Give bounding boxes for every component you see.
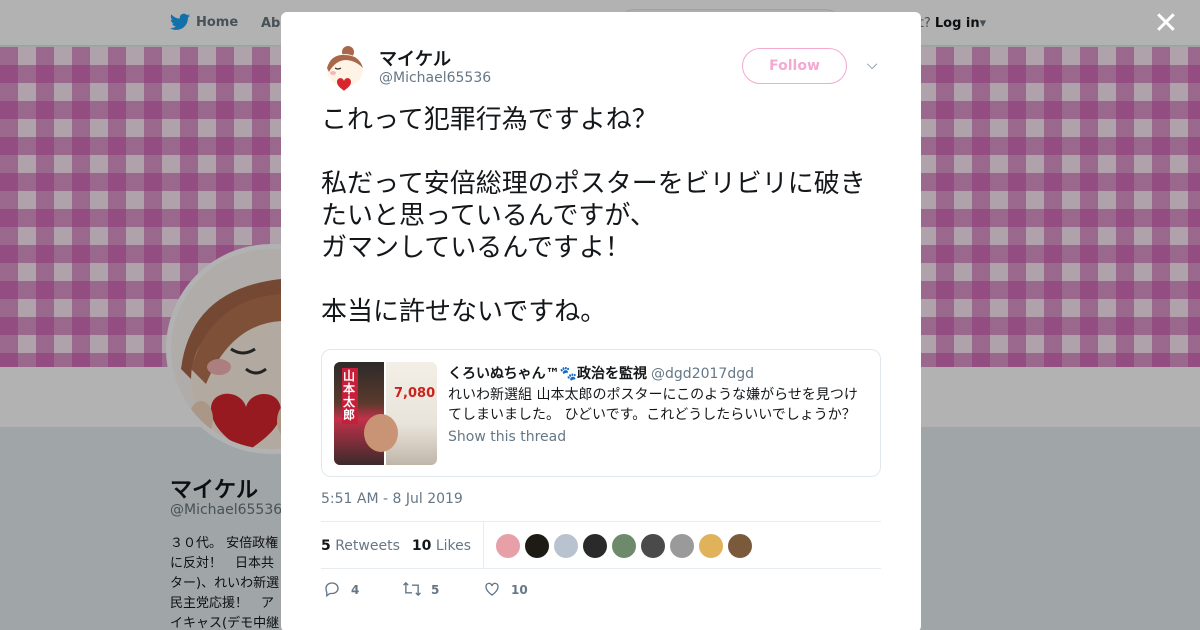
liker-avatars <box>496 533 753 558</box>
quoted-author-suffix: 政治を監視 <box>577 366 648 382</box>
tweet-timestamp[interactable]: 5:51 AM - 8 Jul 2019 <box>321 491 463 507</box>
reply-count: 4 <box>351 583 360 597</box>
quoted-author-handle: @dgd2017dgd <box>651 366 754 382</box>
liker-avatar[interactable] <box>612 533 637 558</box>
quoted-author: くろいぬちゃん™🐾政治を監視 @dgd2017dgd <box>448 363 754 383</box>
author-avatar-illustration <box>321 44 369 92</box>
poster-photo-right: 7,080 <box>364 362 437 465</box>
liker-avatar[interactable] <box>670 533 695 558</box>
follow-button[interactable]: Follow <box>742 48 847 84</box>
stats-separator <box>483 522 485 569</box>
author-handle[interactable]: @Michael65536 <box>379 70 491 86</box>
paw-icon: 🐾 <box>559 366 578 382</box>
reply-action[interactable]: 4 <box>321 580 401 600</box>
author-avatar[interactable] <box>321 44 369 92</box>
liker-avatar[interactable] <box>525 533 550 558</box>
liker-avatar[interactable] <box>496 533 521 558</box>
retweets-stat[interactable]: 5 Retweets <box>321 538 400 554</box>
retweets-count: 5 <box>321 537 331 554</box>
liker-avatar[interactable] <box>641 533 666 558</box>
poster-number: 7,080 <box>394 386 436 401</box>
liker-avatar[interactable] <box>699 533 724 558</box>
retweets-label: Retweets <box>335 537 400 554</box>
likes-label: Likes <box>435 537 472 554</box>
retweet-icon <box>401 580 423 600</box>
heart-icon <box>481 580 503 600</box>
tweet-modal: マイケル @Michael65536 Follow ⌵ これって犯罪行為ですよね… <box>281 12 921 630</box>
tweet-stats: 5 Retweets 10 Likes <box>321 522 881 569</box>
liker-avatar[interactable] <box>583 533 608 558</box>
close-icon[interactable]: ✕ <box>1153 9 1179 39</box>
quoted-tweet[interactable]: 山本太郎 7,080 くろいぬちゃん™🐾政治を監視 @dgd2017dgd れいわ… <box>321 349 881 477</box>
quoted-tweet-text: れいわ新選組 山本太郎のポスターにこのような嫌がらせを見つけてしまいました。 ひ… <box>448 387 858 423</box>
poster-label: 山本太郎 <box>342 368 358 424</box>
tweet-actions: 4 5 10 <box>321 580 561 600</box>
quoted-tweet-media[interactable]: 山本太郎 7,080 <box>334 362 437 465</box>
like-action[interactable]: 10 <box>481 580 561 600</box>
chevron-down-icon[interactable]: ⌵ <box>865 57 879 73</box>
quoted-author-name: くろいぬちゃん™ <box>448 366 560 382</box>
show-thread-link[interactable]: Show this thread <box>448 429 566 445</box>
liker-avatar[interactable] <box>554 533 579 558</box>
divider <box>321 568 881 569</box>
likes-stat[interactable]: 10 Likes <box>412 538 471 554</box>
tweet-text: これって犯罪行為ですよね？ 私だって安倍総理のポスターをビリビリに破きたいと思っ… <box>321 105 866 327</box>
author-name[interactable]: マイケル <box>379 45 451 71</box>
reply-icon <box>321 580 343 600</box>
retweet-action[interactable]: 5 <box>401 580 481 600</box>
likes-count: 10 <box>411 537 432 554</box>
retweet-count: 5 <box>431 583 440 597</box>
like-count: 10 <box>511 583 528 597</box>
poster-face <box>364 414 398 452</box>
liker-avatar[interactable] <box>728 533 753 558</box>
